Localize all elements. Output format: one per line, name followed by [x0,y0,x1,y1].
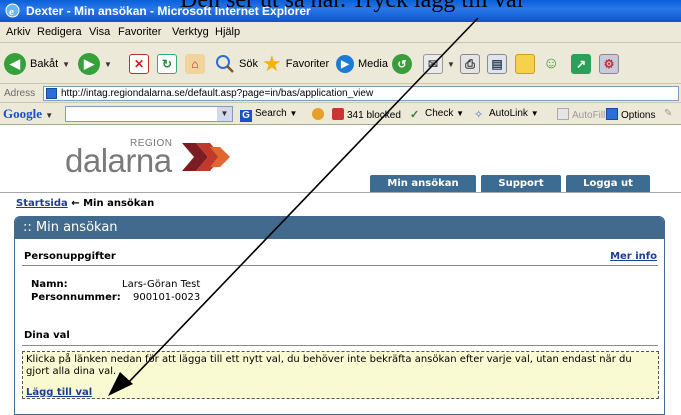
research-button[interactable]: ↗ [571,51,591,77]
page-icon [46,88,57,99]
autofill-icon [557,108,569,120]
edit-button[interactable]: ▤ [487,51,507,77]
section-divider [22,345,658,346]
media-icon: ▶ [336,55,354,73]
chevron-down-icon[interactable]: ▼ [217,107,232,121]
choices-info-text: Klicka på länken nedan för att lägga til… [26,354,632,377]
autolink-button[interactable]: ✧ AutoLink ▼ [474,108,539,121]
google-logo[interactable]: Google ▼ [3,106,53,122]
breadcrumb-home-link[interactable]: Startsida [16,198,68,209]
address-input[interactable]: http://intag.regiondalarna.se/default.as… [43,86,679,101]
menu-bar: Arkiv Redigera Visa Favoriter Verktyg Hj… [0,22,681,43]
mail-icon: ✉ [423,54,443,74]
stop-button[interactable]: ✕ [129,51,149,77]
options-icon [606,108,618,120]
choices-heading: Dina val [24,330,70,341]
address-url: http://intag.regiondalarna.se/default.as… [61,88,374,99]
edit-page-icon: ▤ [487,54,507,74]
history-icon: ↺ [392,54,412,74]
history-button[interactable]: ↺ [392,51,412,77]
search-icon [216,55,234,73]
logo-dalarna-text: dalarna [65,142,172,179]
search-button[interactable]: Sök [215,51,258,77]
name-label: Namn: [31,279,68,290]
menu-item-verktyg[interactable]: Verktyg [172,26,209,38]
discuss-button[interactable] [515,51,535,77]
home-icon: ⌂ [185,54,205,74]
breadcrumb-separator: ← [71,198,80,209]
print-icon: ⎙ [460,54,480,74]
chevron-down-icon: ▼ [104,59,112,69]
refresh-button[interactable]: ↻ [157,51,177,77]
menu-item-favoriter[interactable]: Favoriter [118,26,161,38]
autolink-icon: ✧ [474,109,484,121]
popup-blocked-icon [332,108,344,120]
tab-support[interactable]: Support [481,175,561,192]
stop-icon: ✕ [129,54,149,74]
application-panel: :: Min ansökan Personuppgifter Mer info … [14,216,665,415]
panel-title: :: Min ansökan [15,217,664,239]
forward-button[interactable]: ▶ ▼ [78,51,112,77]
instruction-caption: Den ser ut så här. Tryck lägg till val [180,0,524,13]
popup-blocker-button[interactable]: 341 blocked [332,108,401,121]
autofill-button[interactable]: AutoFill [557,108,605,121]
spell-check-button[interactable]: ✓ Check ▼ [410,108,464,121]
media-button[interactable]: ▶ Media [336,51,388,77]
add-choice-link[interactable]: Lägg till val [26,387,92,399]
site-header: REGION dalarna Min ansökan Support Logga… [0,125,681,192]
section-divider [22,265,658,266]
star-icon: ★ [262,51,282,76]
menu-item-redigera[interactable]: Redigera [37,26,82,38]
messenger-button[interactable]: ☺ [543,51,559,77]
menu-item-hjalp[interactable]: Hjälp [215,26,240,38]
breadcrumb: Startsida ← Min ansökan [16,198,154,209]
research-icon: ↗ [571,54,591,74]
pagerank-icon[interactable] [312,108,327,121]
extension-icon: ⚙ [599,54,619,74]
region-dalarna-logo-icon [182,143,230,171]
header-divider [0,192,681,193]
mail-button[interactable]: ✉ ▼ [423,51,455,77]
personnummer-value: 900101-0023 [133,292,201,303]
web-page: REGION dalarna Min ansökan Support Logga… [0,125,681,415]
google-g-icon: G [240,110,252,122]
pencil-icon[interactable]: ✎ [664,108,672,119]
folder-icon [515,54,535,74]
chevron-down-icon: ▼ [62,59,71,69]
personal-info-heading: Personuppgifter [24,251,116,262]
google-search-input[interactable]: ▼ [65,106,233,122]
internet-explorer-icon: e [5,3,20,18]
more-info-link[interactable]: Mer info [610,251,657,262]
tab-logga-ut[interactable]: Logga ut [566,175,650,192]
address-label: Adress [4,88,36,99]
print-button[interactable]: ⎙ [460,51,480,77]
choices-info-box: Klicka på länken nedan för att lägga til… [22,351,659,399]
extension-button[interactable]: ⚙ [599,51,619,77]
checkmark-icon: ✓ [410,109,420,121]
menu-item-visa[interactable]: Visa [89,26,110,38]
menu-item-arkiv[interactable]: Arkiv [6,26,30,38]
favorites-button[interactable]: ★ Favoriter [262,51,329,77]
chevron-down-icon: ▼ [447,59,455,69]
google-search-button[interactable]: G Search ▼ [240,108,297,122]
forward-arrow-icon: ▶ [78,53,100,75]
svg-text:e: e [9,6,14,18]
address-bar: Adress http://intag.regiondalarna.se/def… [0,84,681,103]
breadcrumb-current: Min ansökan [83,198,155,209]
tab-min-ansokan[interactable]: Min ansökan [370,175,476,192]
standard-toolbar: ◀ Bakåt ▼ ▶ ▼ ✕ ↻ ⌂ Sök ★ Favoriter ▶ Me… [0,43,681,84]
personnummer-label: Personnummer: [31,292,121,303]
back-arrow-icon: ◀ [4,53,26,75]
options-button[interactable]: Options [606,108,655,121]
name-value: Lars-Göran Test [122,279,201,290]
refresh-icon: ↻ [157,54,177,74]
home-button[interactable]: ⌂ [185,51,205,77]
google-toolbar: Google ▼ ▼ G Search ▼ 341 blocked ✓ Check … [0,103,681,125]
back-button[interactable]: ◀ Bakåt ▼ [4,51,70,77]
messenger-icon: ☺ [543,55,560,72]
